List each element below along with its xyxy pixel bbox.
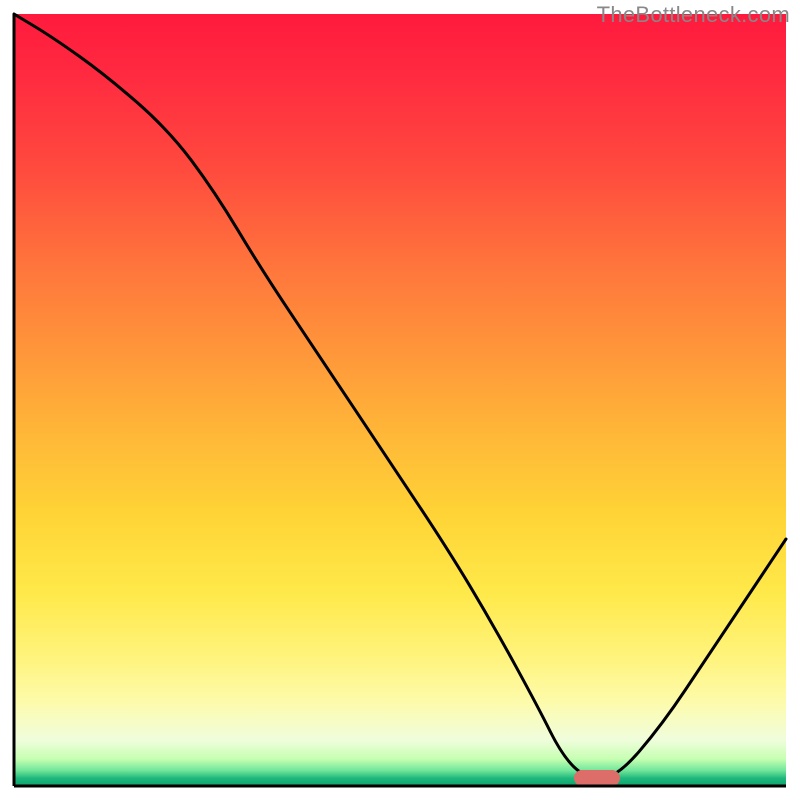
chart-background-gradient <box>14 14 786 786</box>
bottleneck-chart: TheBottleneck.com <box>0 0 800 800</box>
